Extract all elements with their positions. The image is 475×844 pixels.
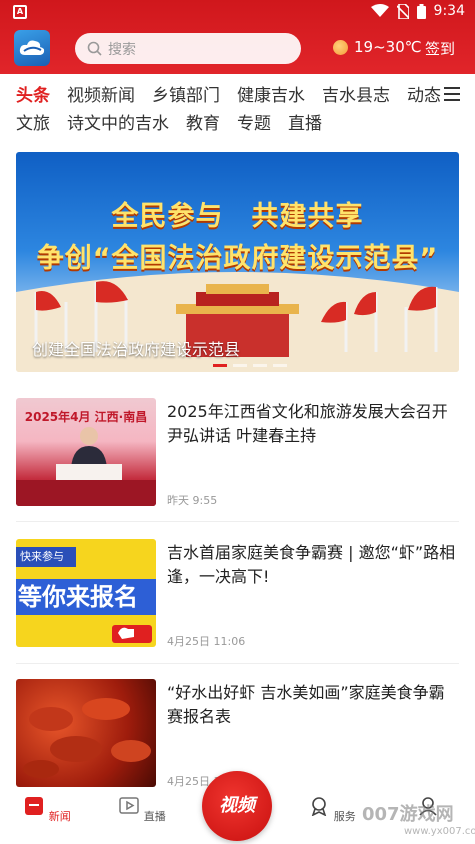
news-time: 4月25日 11:06 — [167, 635, 246, 648]
tab-towns-departments[interactable]: 乡镇部门 — [152, 81, 220, 106]
banner-dot[interactable] — [273, 364, 287, 367]
banner-headline-line-1: 全民参与 共建共享 — [111, 201, 364, 232]
nav-news-label: 新闻 — [48, 810, 71, 823]
speaker-at-podium-image — [16, 427, 156, 506]
channel-tabs: 头条 视频新闻 乡镇部门 健康吉水 吉水县志 动态 文旅 诗文中的吉水 教育 专… — [0, 78, 475, 136]
search-icon — [87, 41, 102, 56]
nav-live[interactable]: 直播 — [112, 796, 172, 824]
banner-dot[interactable] — [253, 364, 267, 367]
crayfish-dish-image — [23, 698, 151, 778]
banner-headline-line-2: 争创“全国法治政府建设示范县” — [36, 243, 439, 274]
tab-health[interactable]: 健康吉水 — [237, 81, 305, 106]
divider — [16, 663, 459, 664]
status-bar: A 9:34 — [0, 0, 475, 24]
news-thumbnail — [16, 679, 156, 787]
news-thumbnail-ribbon: 快来参与 — [16, 547, 76, 567]
signin-button[interactable]: 签到 — [425, 38, 455, 59]
news-thumbnail: 快来参与 等你来报名 — [16, 539, 156, 647]
news-time: 昨天 9:55 — [167, 494, 218, 507]
tab-live[interactable]: 直播 — [288, 109, 322, 134]
tab-education[interactable]: 教育 — [186, 109, 220, 134]
nav-live-label: 直播 — [143, 810, 166, 823]
video-center-button[interactable]: 视频 — [202, 771, 272, 841]
news-thumbnail-text: 等你来报名 — [16, 579, 156, 615]
status-time: 9:34 — [433, 3, 465, 19]
banner-caption: 创建全国法治政府建设示范县 — [32, 340, 241, 359]
news-title: “好水出好虾 吉水美如画”家庭美食争霸赛报名表 — [167, 683, 445, 726]
search-placeholder: 搜索 — [108, 41, 136, 58]
service-icon — [311, 797, 327, 817]
notification-a-icon: A — [13, 5, 27, 19]
battery-icon — [416, 3, 426, 19]
banner-dot[interactable] — [233, 364, 247, 367]
channel-menu-icon[interactable] — [444, 87, 460, 101]
nav-service[interactable]: 服务 — [302, 796, 362, 824]
app-logo[interactable] — [14, 30, 50, 66]
nav-service-label: 服务 — [333, 810, 356, 823]
pointing-hand-icon — [112, 625, 152, 643]
tab-video-news[interactable]: 视频新闻 — [67, 81, 135, 106]
search-bar[interactable]: 搜索 — [75, 33, 301, 64]
news-title: 2025年江西省文化和旅游发展大会召开 尹弘讲话 叶建春主持 — [167, 402, 448, 445]
weather-temperature: 19~30℃ — [354, 38, 422, 56]
nav-news[interactable]: 新闻 — [17, 796, 77, 824]
channel-tabs-row-2: 文旅 诗文中的吉水 教育 专题 直播 — [16, 109, 322, 134]
live-icon — [119, 797, 139, 814]
tab-poetry[interactable]: 诗文中的吉水 — [67, 109, 169, 134]
app-screen: A 9:34 搜索 19~30℃ 签到 头条 视频新闻 乡镇部门 健康吉水 吉水… — [0, 0, 475, 844]
status-icons: 9:34 — [370, 3, 465, 19]
watermark-url: www.yx007.com — [404, 826, 475, 837]
news-icon — [25, 797, 44, 815]
tab-county-records[interactable]: 吉水县志 — [322, 81, 390, 106]
watermark-text: 007游戏网 — [362, 804, 454, 825]
sunny-icon — [333, 39, 348, 55]
news-thumbnail: 2025年4月 江西·南昌 — [16, 398, 156, 506]
tab-topics[interactable]: 专题 — [237, 109, 271, 134]
wifi-icon — [370, 4, 389, 17]
no-sim-icon — [396, 3, 409, 19]
tab-headlines[interactable]: 头条 — [16, 81, 50, 106]
tab-dynamics[interactable]: 动态 — [407, 81, 441, 106]
weather-widget[interactable]: 19~30℃ — [333, 38, 422, 56]
banner-pagination — [213, 364, 287, 367]
banner-dot[interactable] — [213, 364, 227, 367]
channel-tabs-row-1: 头条 视频新闻 乡镇部门 健康吉水 吉水县志 动态 — [16, 81, 441, 106]
headline-banner[interactable]: 全民参与 共建共享 争创“全国法治政府建设示范县” 创建全国法治政府建设示范县 — [16, 152, 459, 372]
news-item[interactable]: 2025年4月 江西·南昌 2025年江西省文化和旅游发展大会召开 尹弘讲话 叶… — [16, 398, 459, 508]
news-item[interactable]: 快来参与 等你来报名 吉水首届家庭美食争霸赛 | 邀您“虾”路相逢，一决高下! … — [16, 539, 459, 649]
news-title: 吉水首届家庭美食争霸赛 | 邀您“虾”路相逢，一决高下! — [167, 543, 456, 586]
app-header: A 9:34 搜索 19~30℃ 签到 — [0, 0, 475, 74]
divider — [16, 521, 459, 522]
tab-culture-tourism[interactable]: 文旅 — [16, 109, 50, 134]
cloud-logo-icon — [19, 40, 45, 55]
